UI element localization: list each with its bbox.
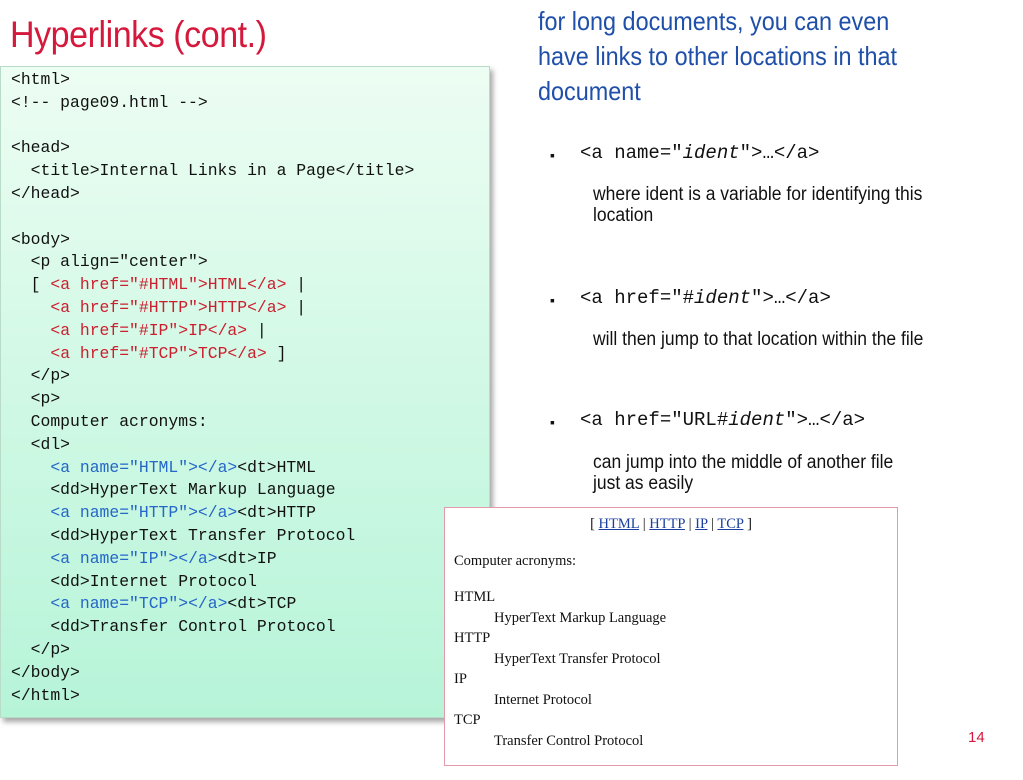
code-variable: ident <box>682 142 740 164</box>
page-number: 14 <box>968 729 985 746</box>
nav-separator: | <box>684 516 696 532</box>
nav-separator: | <box>707 516 718 532</box>
acronym-nav: [ HTML | HTTP | IP | TCP ] <box>445 516 897 533</box>
code-text: ] <box>266 343 287 363</box>
code-line: <dd>HyperText Transfer Protocol <box>11 525 356 545</box>
code-line: <html> <box>11 70 71 89</box>
code-line: <title>Internal Links in a Page</title> <box>11 161 415 181</box>
code-variable: ident <box>728 409 786 431</box>
bullet-marker: ▪ <box>550 292 555 308</box>
code-line: </p> <box>11 639 71 659</box>
nav-link-http[interactable]: HTTP <box>649 516 685 532</box>
code-text: | <box>286 297 307 317</box>
term-tcp: TCP <box>454 712 481 728</box>
bullet-description: will then jump to that location within t… <box>593 329 924 350</box>
browser-preview: [ HTML | HTTP | IP | TCP ] Computer acro… <box>444 507 898 766</box>
nav-bracket: ] <box>743 516 752 532</box>
code-anchor-name: <a name="TCP"></a> <box>50 594 228 614</box>
code-anchor-href: <a href="#HTTP">HTTP</a> <box>50 297 287 317</box>
code-line: <dd>HyperText Markup Language <box>11 480 336 500</box>
bullet-code-url: <a href="URL#ident">…</a> <box>580 409 865 431</box>
code-line: <body> <box>11 229 71 249</box>
code-anchor-href: <a href="#TCP">TCP</a> <box>50 343 267 363</box>
acronyms-heading: Computer acronyms: <box>454 553 577 569</box>
code-line: <!-- page09.html --> <box>11 92 208 112</box>
code-line: <dd>Transfer Control Protocol <box>11 617 336 637</box>
nav-link-html[interactable]: HTML <box>599 516 640 532</box>
nav-link-ip[interactable]: IP <box>695 516 707 532</box>
code-line: <head> <box>11 138 71 158</box>
code-line: <p> <box>11 389 61 409</box>
code-text: <dt>HTTP <box>237 503 316 523</box>
definition-html: HyperText Markup Language <box>494 610 667 626</box>
code-line: </html> <box>11 685 80 705</box>
code-text: ">…</a> <box>785 409 866 431</box>
bullet-marker: ▪ <box>550 147 555 163</box>
code-line: Computer acronyms: <box>11 411 208 431</box>
code-line: <dd>Internet Protocol <box>11 571 257 591</box>
definition-ip: Internet Protocol <box>494 692 592 708</box>
code-text: <a href="# <box>580 287 695 309</box>
bullet-description: where ident is a variable for identifyin… <box>593 184 923 226</box>
code-text: <dt>IP <box>217 548 277 568</box>
nav-bracket: [ <box>590 516 599 532</box>
code-listing: <html> <!-- page09.html --> <head> <titl… <box>11 69 414 707</box>
code-text: ">…</a> <box>751 287 831 309</box>
code-text: | <box>247 320 267 340</box>
code-line: </body> <box>11 662 80 682</box>
code-line: </head> <box>11 183 80 203</box>
code-text: <dt>HTML <box>237 457 316 477</box>
intro-text: for long documents, you can even have li… <box>538 6 898 106</box>
code-listing-box: <html> <!-- page09.html --> <head> <titl… <box>0 66 490 718</box>
code-text: [ <box>11 275 51 295</box>
bullet-code-href: <a href="#ident">…</a> <box>580 287 831 309</box>
nav-separator: | <box>639 516 650 532</box>
nav-link-tcp[interactable]: TCP <box>717 516 743 532</box>
term-http: HTTP <box>454 630 491 646</box>
code-anchor-name: <a name="HTTP"></a> <box>50 503 238 523</box>
code-text: <dt>TCP <box>227 594 297 614</box>
code-text: <a href="URL# <box>580 409 729 431</box>
bullet-marker: ▪ <box>550 414 555 430</box>
code-anchor-name: <a name="HTML"></a> <box>50 457 238 477</box>
code-anchor-href: <a href="#IP">IP</a> <box>50 320 248 340</box>
code-text: <a name=" <box>580 142 683 164</box>
bullet-code-name: <a name="ident">…</a> <box>580 142 819 164</box>
code-variable: ident <box>694 287 752 309</box>
definition-tcp: Transfer Control Protocol <box>494 733 644 749</box>
code-line: <p align="center"> <box>11 252 208 272</box>
code-text: ">…</a> <box>739 142 820 164</box>
code-line: <dl> <box>11 434 71 454</box>
code-text: | <box>286 275 307 295</box>
code-line: </p> <box>11 366 71 386</box>
term-html: HTML <box>454 589 496 605</box>
bullet-description: can jump into the middle of another file… <box>593 452 894 494</box>
code-anchor-name: <a name="IP"></a> <box>50 548 218 568</box>
term-ip: IP <box>454 671 467 687</box>
code-anchor-href: <a href="#HTML">HTML</a> <box>50 275 287 295</box>
slide-title: Hyperlinks (cont.) <box>10 14 267 55</box>
definition-http: HyperText Transfer Protocol <box>494 651 661 667</box>
